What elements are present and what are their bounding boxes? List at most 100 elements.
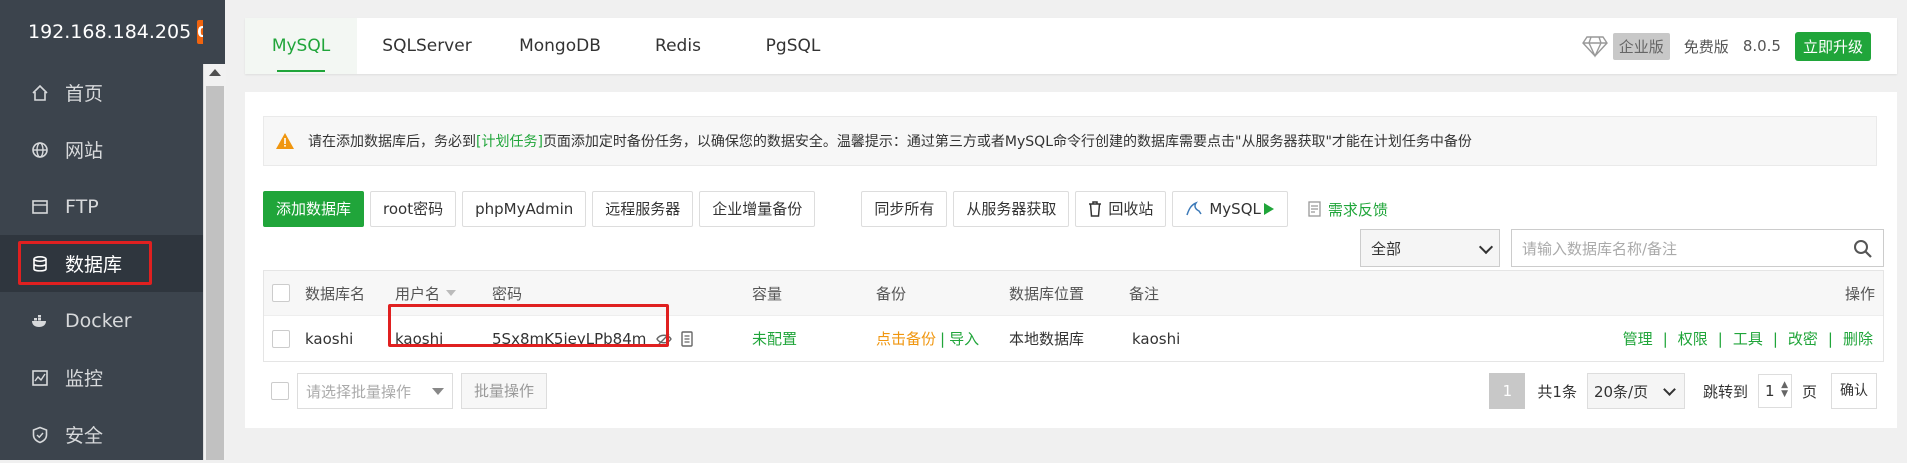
diamond-icon [1581, 36, 1608, 58]
batch-operation-button[interactable]: 批量操作 [461, 373, 548, 409]
recycle-bin-button[interactable]: 回收站 [1075, 191, 1167, 227]
server-header: 192.168.184.205 0 [0, 0, 208, 64]
sidebar-item-label: 网站 [65, 140, 104, 162]
sidebar-item-label: 首页 [65, 83, 104, 105]
import-link[interactable]: 导入 [949, 328, 979, 349]
scroll-up-icon[interactable] [209, 69, 221, 76]
db-backup-cell: 点击备份 | 导入 [876, 316, 979, 361]
free-edition-label: 免费版 [1683, 37, 1729, 56]
edit-note-icon [1308, 201, 1321, 217]
copy-icon[interactable] [680, 330, 694, 347]
database-type-tabs: MySQL SQLServer MongoDB Redis PgSQL 企业版 … [245, 18, 1897, 74]
notice-text-after: 页面添加定时备份任务，以确保您的数据安全。温馨提示：通过第三方或者MySQL命令… [542, 134, 1472, 150]
enterprise-badge[interactable]: 企业版 [1612, 32, 1670, 60]
play-icon [1263, 203, 1274, 215]
row-checkbox[interactable] [272, 329, 290, 348]
backup-notice: 请在添加数据库后，务必到 [计划任务] 页面添加定时备份任务，以确保您的数据安全。温… [263, 116, 1877, 166]
server-ip: 192.168.184.205 [28, 21, 192, 43]
caret-down-icon [432, 388, 444, 395]
chevron-down-icon [1663, 383, 1676, 396]
feedback-link[interactable]: 需求反馈 [1308, 199, 1388, 220]
sidebar-item-label: FTP [65, 195, 99, 218]
notice-text-before: 请在添加数据库后，务必到 [308, 134, 476, 150]
search-input[interactable]: 请输入数据库名称/备注 [1511, 229, 1884, 267]
permission-link[interactable]: 权限 [1678, 328, 1708, 349]
batch-operation-select[interactable]: 请选择批量操作 [297, 373, 453, 409]
db-remark[interactable]: kaoshi [1132, 316, 1180, 361]
home-icon [32, 84, 48, 101]
sidebar-item-monitor[interactable]: 监控 [0, 349, 203, 406]
tab-mongodb[interactable]: MongoDB [497, 18, 623, 74]
sidebar-item-label: 监控 [65, 368, 104, 390]
phpmyadmin-button[interactable]: phpMyAdmin [462, 191, 587, 227]
mysql-dolphin-icon [1186, 201, 1202, 216]
page-size-value: 20条/页 [1593, 382, 1649, 401]
sidebar-scroll-cap [203, 0, 225, 64]
search-icon[interactable] [1853, 239, 1873, 259]
mysql-manager-button[interactable]: MySQL [1172, 191, 1288, 227]
search-placeholder: 请输入数据库名称/备注 [1522, 239, 1678, 258]
sync-all-button[interactable]: 同步所有 [861, 191, 948, 227]
header-capacity: 容量 [752, 284, 783, 303]
backup-link[interactable]: 点击备份 [876, 328, 936, 349]
tab-redis[interactable]: Redis [623, 18, 733, 74]
upgrade-button[interactable]: 立即升级 [1794, 31, 1871, 61]
monitor-icon [32, 369, 48, 386]
db-capacity[interactable]: 未配置 [752, 316, 797, 361]
batch-select-checkbox[interactable] [271, 382, 289, 400]
tools-link[interactable]: 工具 [1733, 328, 1763, 349]
db-location: 本地数据库 [1009, 330, 1085, 348]
incremental-backup-button[interactable]: 企业增量备份 [699, 191, 816, 227]
sidebar-item-database[interactable]: 数据库 [0, 235, 203, 292]
delete-link[interactable]: 删除 [1843, 328, 1873, 349]
sidebar-item-label: Docker [65, 309, 132, 332]
main-panel: 请在添加数据库后，务必到 [计划任务] 页面添加定时备份任务，以确保您的数据安全。温… [245, 92, 1897, 428]
tab-pgsql[interactable]: PgSQL [733, 18, 853, 74]
sidebar-scrollbar[interactable] [203, 64, 226, 460]
sidebar: 192.168.184.205 0 首页 网站 FTP 数据库 Docker 监… [0, 0, 208, 463]
tab-mysql[interactable]: MySQL [245, 18, 357, 74]
add-database-button[interactable]: 添加数据库 [263, 191, 365, 227]
remote-server-button[interactable]: 远程服务器 [592, 191, 694, 227]
cron-task-link[interactable]: [计划任务] [476, 131, 543, 151]
fetch-from-server-button[interactable]: 从服务器获取 [953, 191, 1070, 227]
scroll-thumb[interactable] [206, 86, 224, 460]
toolbar: 添加数据库 root密码 phpMyAdmin 远程服务器 企业增量备份 同步所… [263, 190, 1388, 228]
root-password-button[interactable]: root密码 [370, 191, 457, 227]
jump-page-value: 1 [1764, 382, 1775, 400]
current-page[interactable]: 1 [1489, 373, 1526, 409]
category-select-value: 全部 [1371, 239, 1402, 258]
category-select[interactable]: 全部 [1360, 229, 1500, 267]
total-count: 共1条 [1537, 382, 1577, 401]
sidebar-item-home[interactable]: 首页 [0, 64, 203, 121]
pagination: 1 共1条 20条/页 跳转到 1 ▲ ▼ 页 确认 [1489, 373, 1877, 409]
page-size-select[interactable]: 20条/页 [1586, 373, 1685, 409]
header-username-label: 用户名 [395, 284, 441, 303]
sidebar-item-website[interactable]: 网站 [0, 121, 203, 178]
header-db-name: 数据库名 [305, 284, 366, 303]
sidebar-item-security[interactable]: 安全 [0, 406, 203, 463]
shield-icon [32, 426, 48, 443]
trash-icon [1089, 201, 1102, 217]
sidebar-item-ftp[interactable]: FTP [0, 178, 203, 235]
globe-icon [32, 141, 48, 158]
sidebar-item-label: 安全 [65, 425, 104, 447]
jump-page-input[interactable]: 1 ▲ ▼ [1757, 374, 1792, 408]
select-all-checkbox[interactable] [272, 284, 290, 302]
tab-sqlserver[interactable]: SQLServer [357, 18, 497, 74]
highlight-box [18, 241, 152, 285]
sort-icon[interactable] [446, 290, 457, 296]
sidebar-item-docker[interactable]: Docker [0, 292, 203, 349]
stepper-icon[interactable]: ▲ ▼ [1781, 381, 1788, 399]
highlight-box [388, 304, 669, 347]
change-password-link[interactable]: 改密 [1788, 328, 1818, 349]
manage-link[interactable]: 管理 [1623, 328, 1653, 349]
header-backup: 备份 [876, 284, 907, 303]
version-info: 企业版 免费版 8.0.5 立即升级 [1581, 18, 1897, 74]
version-number: 8.0.5 [1742, 37, 1781, 55]
feedback-label: 需求反馈 [1327, 200, 1388, 219]
row-operations: 管理 | 权限 | 工具 | 改密 | 删除 [1622, 328, 1873, 349]
sidebar-menu: 首页 网站 FTP 数据库 Docker 监控 安全 [0, 64, 203, 463]
confirm-jump-button[interactable]: 确认 [1831, 373, 1877, 409]
batch-select-placeholder: 请选择批量操作 [306, 382, 412, 401]
